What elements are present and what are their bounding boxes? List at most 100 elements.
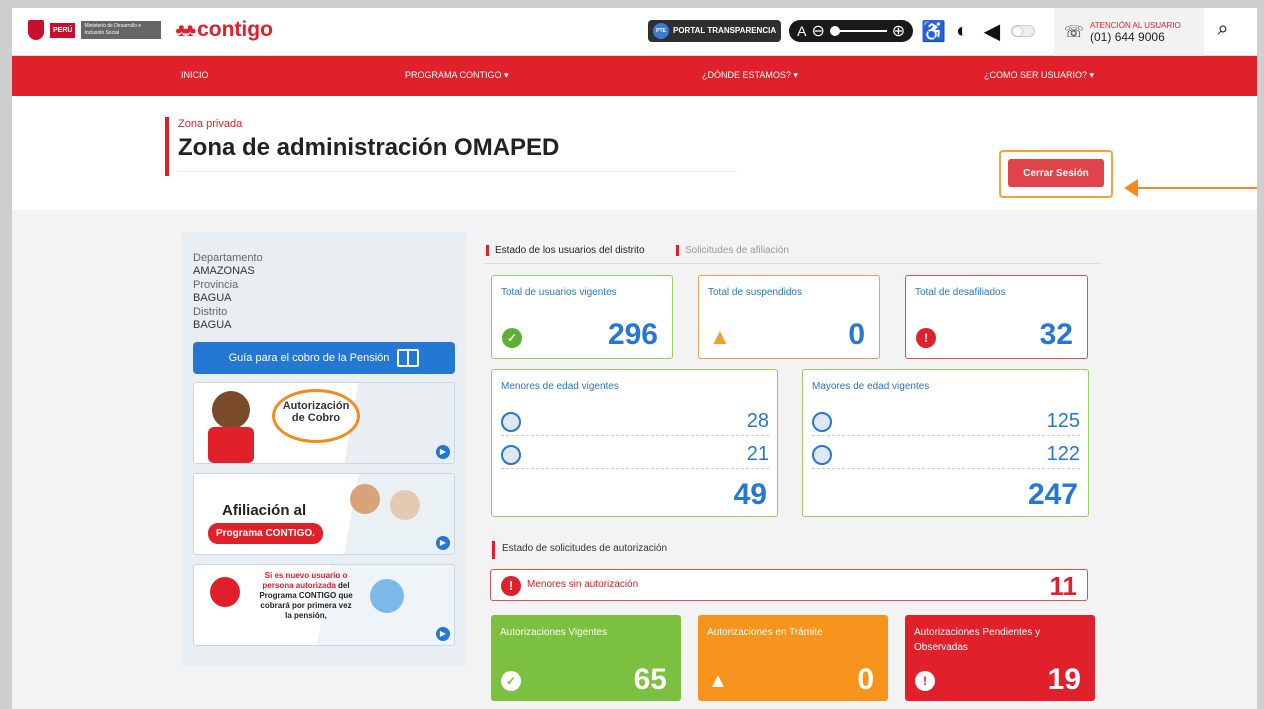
play-icon[interactable]: ▶ (436, 445, 450, 459)
alert-icon: ! (915, 671, 935, 691)
nav-item-como-ser[interactable]: ¿COMO SER USUARIO? ▾ (984, 70, 1094, 81)
mayores-row-2: 122 (812, 443, 1080, 469)
phone-number: (01) 644 9006 (1090, 29, 1165, 44)
banner-nuevo-usuario[interactable]: Si es nuevo usuario o persona autorizada… (193, 564, 455, 646)
accessibility-wheelchair-icon[interactable]: ♿ (921, 19, 946, 44)
province-value: BAGUA (193, 292, 232, 304)
contigo-people-icon: ♣♣ (175, 19, 196, 40)
page-title: Zona de administración OMAPED (178, 134, 560, 161)
zoom-track[interactable] (829, 26, 887, 36)
guide-label: Guía para el cobro de la Pensión (228, 352, 390, 364)
logout-button[interactable]: Cerrar Sesión (1008, 159, 1104, 187)
tab-estado-usuarios[interactable]: Estado de los usuarios del distrito (486, 245, 645, 256)
card-suspendidos: Total de suspendidos ▲ 0 (698, 275, 880, 359)
banner-autorizacion[interactable]: Autorización de Cobro ▶ (193, 382, 455, 464)
district-label: Distrito (193, 306, 228, 318)
card-value: 32 (1039, 318, 1073, 351)
peru-shield-icon (28, 20, 44, 40)
portal-badge-icon: PTE (653, 23, 669, 39)
check-icon: ✓ (501, 671, 521, 691)
banner1-text: Autorización de Cobro (272, 389, 360, 443)
nav-item-programa[interactable]: PROGRAMA CONTIGO ▾ (405, 70, 509, 81)
banner2-pill: Programa CONTIGO. (208, 523, 323, 544)
department-label: Departamento (193, 252, 263, 264)
page: PERÚ Ministerio de Desarrollo e Inclusió… (12, 8, 1257, 709)
zoom-slider[interactable]: A ⊖ ⊕ (789, 20, 914, 42)
pension-guide-button[interactable]: Guía para el cobro de la Pensión (193, 342, 455, 374)
card-autorizaciones-vigentes[interactable]: Autorizaciones Vigentes ✓ 65 (491, 615, 681, 701)
brand-name: contigo (197, 18, 273, 41)
title-divider (178, 171, 738, 172)
card-value: 65 (633, 663, 667, 696)
autorizacion-section-title: Estado de solicitudes de autorización (492, 541, 667, 559)
card-label: Total de usuarios vigentes (501, 287, 617, 298)
audio-toggle[interactable] (1011, 25, 1036, 37)
card-label: Total de suspendidos (708, 287, 802, 298)
card-label: Total de desafiliados (915, 287, 1006, 298)
accessibility-tools: PTE PORTAL TRANSPARENCIA A ⊖ ⊕ ♿ ◐ ◀ (648, 16, 1036, 46)
alert-icon: ! (501, 576, 521, 596)
menores-row-2: 21 (501, 443, 769, 469)
card-menores: Menores de edad vigentes 28 21 49 (491, 369, 778, 517)
elder-figure-icon (390, 490, 420, 520)
banner3-text-a: Si es nuevo usuario o persona autorizada (262, 571, 348, 590)
nav-item-donde[interactable]: ¿DÓNDE ESTAMOS? ▾ (702, 70, 798, 81)
alert-menores-sin-autorizacion[interactable]: ! Menores sin autorización 11 (490, 569, 1088, 601)
portal-label: PORTAL TRANSPARENCIA (673, 26, 777, 35)
speaker-icon[interactable]: ◀ (981, 19, 1003, 44)
card-label: Autorizaciones Vigentes (500, 627, 608, 638)
contigo-logo[interactable]: ♣♣ contigo (175, 18, 272, 42)
department-value: AMAZONAS (193, 265, 255, 277)
play-icon[interactable]: ▶ (436, 536, 450, 550)
menores-row-1: 28 (501, 410, 769, 436)
warning-icon: ▲ (708, 670, 728, 692)
play-icon[interactable]: ▶ (436, 627, 450, 641)
card-label: Menores de edad vigentes (501, 381, 619, 392)
man-avatar-icon (812, 445, 832, 465)
row-value: 28 (746, 410, 769, 432)
card-usuarios-vigentes: Total de usuarios vigentes ✓ 296 (491, 275, 673, 359)
check-icon: ✓ (502, 328, 522, 348)
alert-value: 11 (1049, 571, 1078, 601)
tab-solicitudes-afiliacion[interactable]: Solicitudes de afiliación (676, 245, 789, 256)
search-icon[interactable]: ⌕ (1208, 18, 1238, 46)
zoom-out-icon[interactable]: ⊖ (811, 21, 824, 41)
row-value: 122 (1046, 443, 1080, 465)
card-mayores: Mayores de edad vigentes 125 122 247 (802, 369, 1089, 517)
banner3-text: Si es nuevo usuario o persona autorizada… (258, 571, 354, 621)
card-value: 19 (1047, 663, 1081, 696)
card-autorizaciones-tramite[interactable]: Autorizaciones en Trámite ▲ 0 (698, 615, 888, 701)
card-label: Autorizaciones Pendientes y Observadas (914, 627, 1041, 653)
warning-icon: ▲ (709, 324, 731, 349)
card-value: 0 (848, 318, 865, 351)
page-header: Zona privada Zona de administración OMAP… (12, 96, 1257, 210)
wheelchair-figure-icon (208, 427, 254, 463)
row-value: 125 (1046, 410, 1080, 432)
province-label: Provincia (193, 279, 239, 291)
card-value: 296 (607, 318, 658, 351)
nav-item-inicio[interactable]: INICIO (181, 70, 209, 80)
logout-highlight: Cerrar Sesión (999, 150, 1113, 198)
row-value: 21 (746, 443, 769, 465)
mayores-row-1: 125 (812, 410, 1080, 436)
book-icon (397, 349, 420, 367)
dashboard-content: Departamento AMAZONAS Provincia BAGUA Di… (12, 210, 1257, 709)
portal-transparencia-button[interactable]: PTE PORTAL TRANSPARENCIA (648, 20, 782, 42)
woman-avatar-icon (812, 412, 832, 432)
attention-box[interactable]: ☏ ATENCIÓN AL USUARIO (01) 644 9006 (1054, 8, 1204, 56)
ministry-label: Ministerio de Desarrollo e Inclusión Soc… (81, 21, 162, 39)
logos: PERÚ Ministerio de Desarrollo e Inclusió… (28, 18, 273, 42)
district-value: BAGUA (193, 319, 232, 331)
alert-icon: ! (916, 328, 936, 348)
top-bar: PERÚ Ministerio de Desarrollo e Inclusió… (12, 8, 1257, 56)
card-autorizaciones-pendientes[interactable]: Autorizaciones Pendientes y Observadas !… (905, 615, 1095, 701)
child-avatar-icon (501, 445, 521, 465)
card-label: Autorizaciones en Trámite (707, 627, 823, 638)
contrast-icon[interactable]: ◐ (951, 20, 973, 43)
banner2-title: Afiliación al (222, 502, 307, 519)
alert-label: Menores sin autorización (527, 579, 639, 590)
zoom-in-icon[interactable]: ⊕ (892, 21, 905, 41)
mayores-total: 247 (1027, 478, 1078, 511)
zoom-knob[interactable] (829, 26, 840, 36)
banner-afiliacion[interactable]: Afiliación al Programa CONTIGO. ▶ (193, 473, 455, 555)
